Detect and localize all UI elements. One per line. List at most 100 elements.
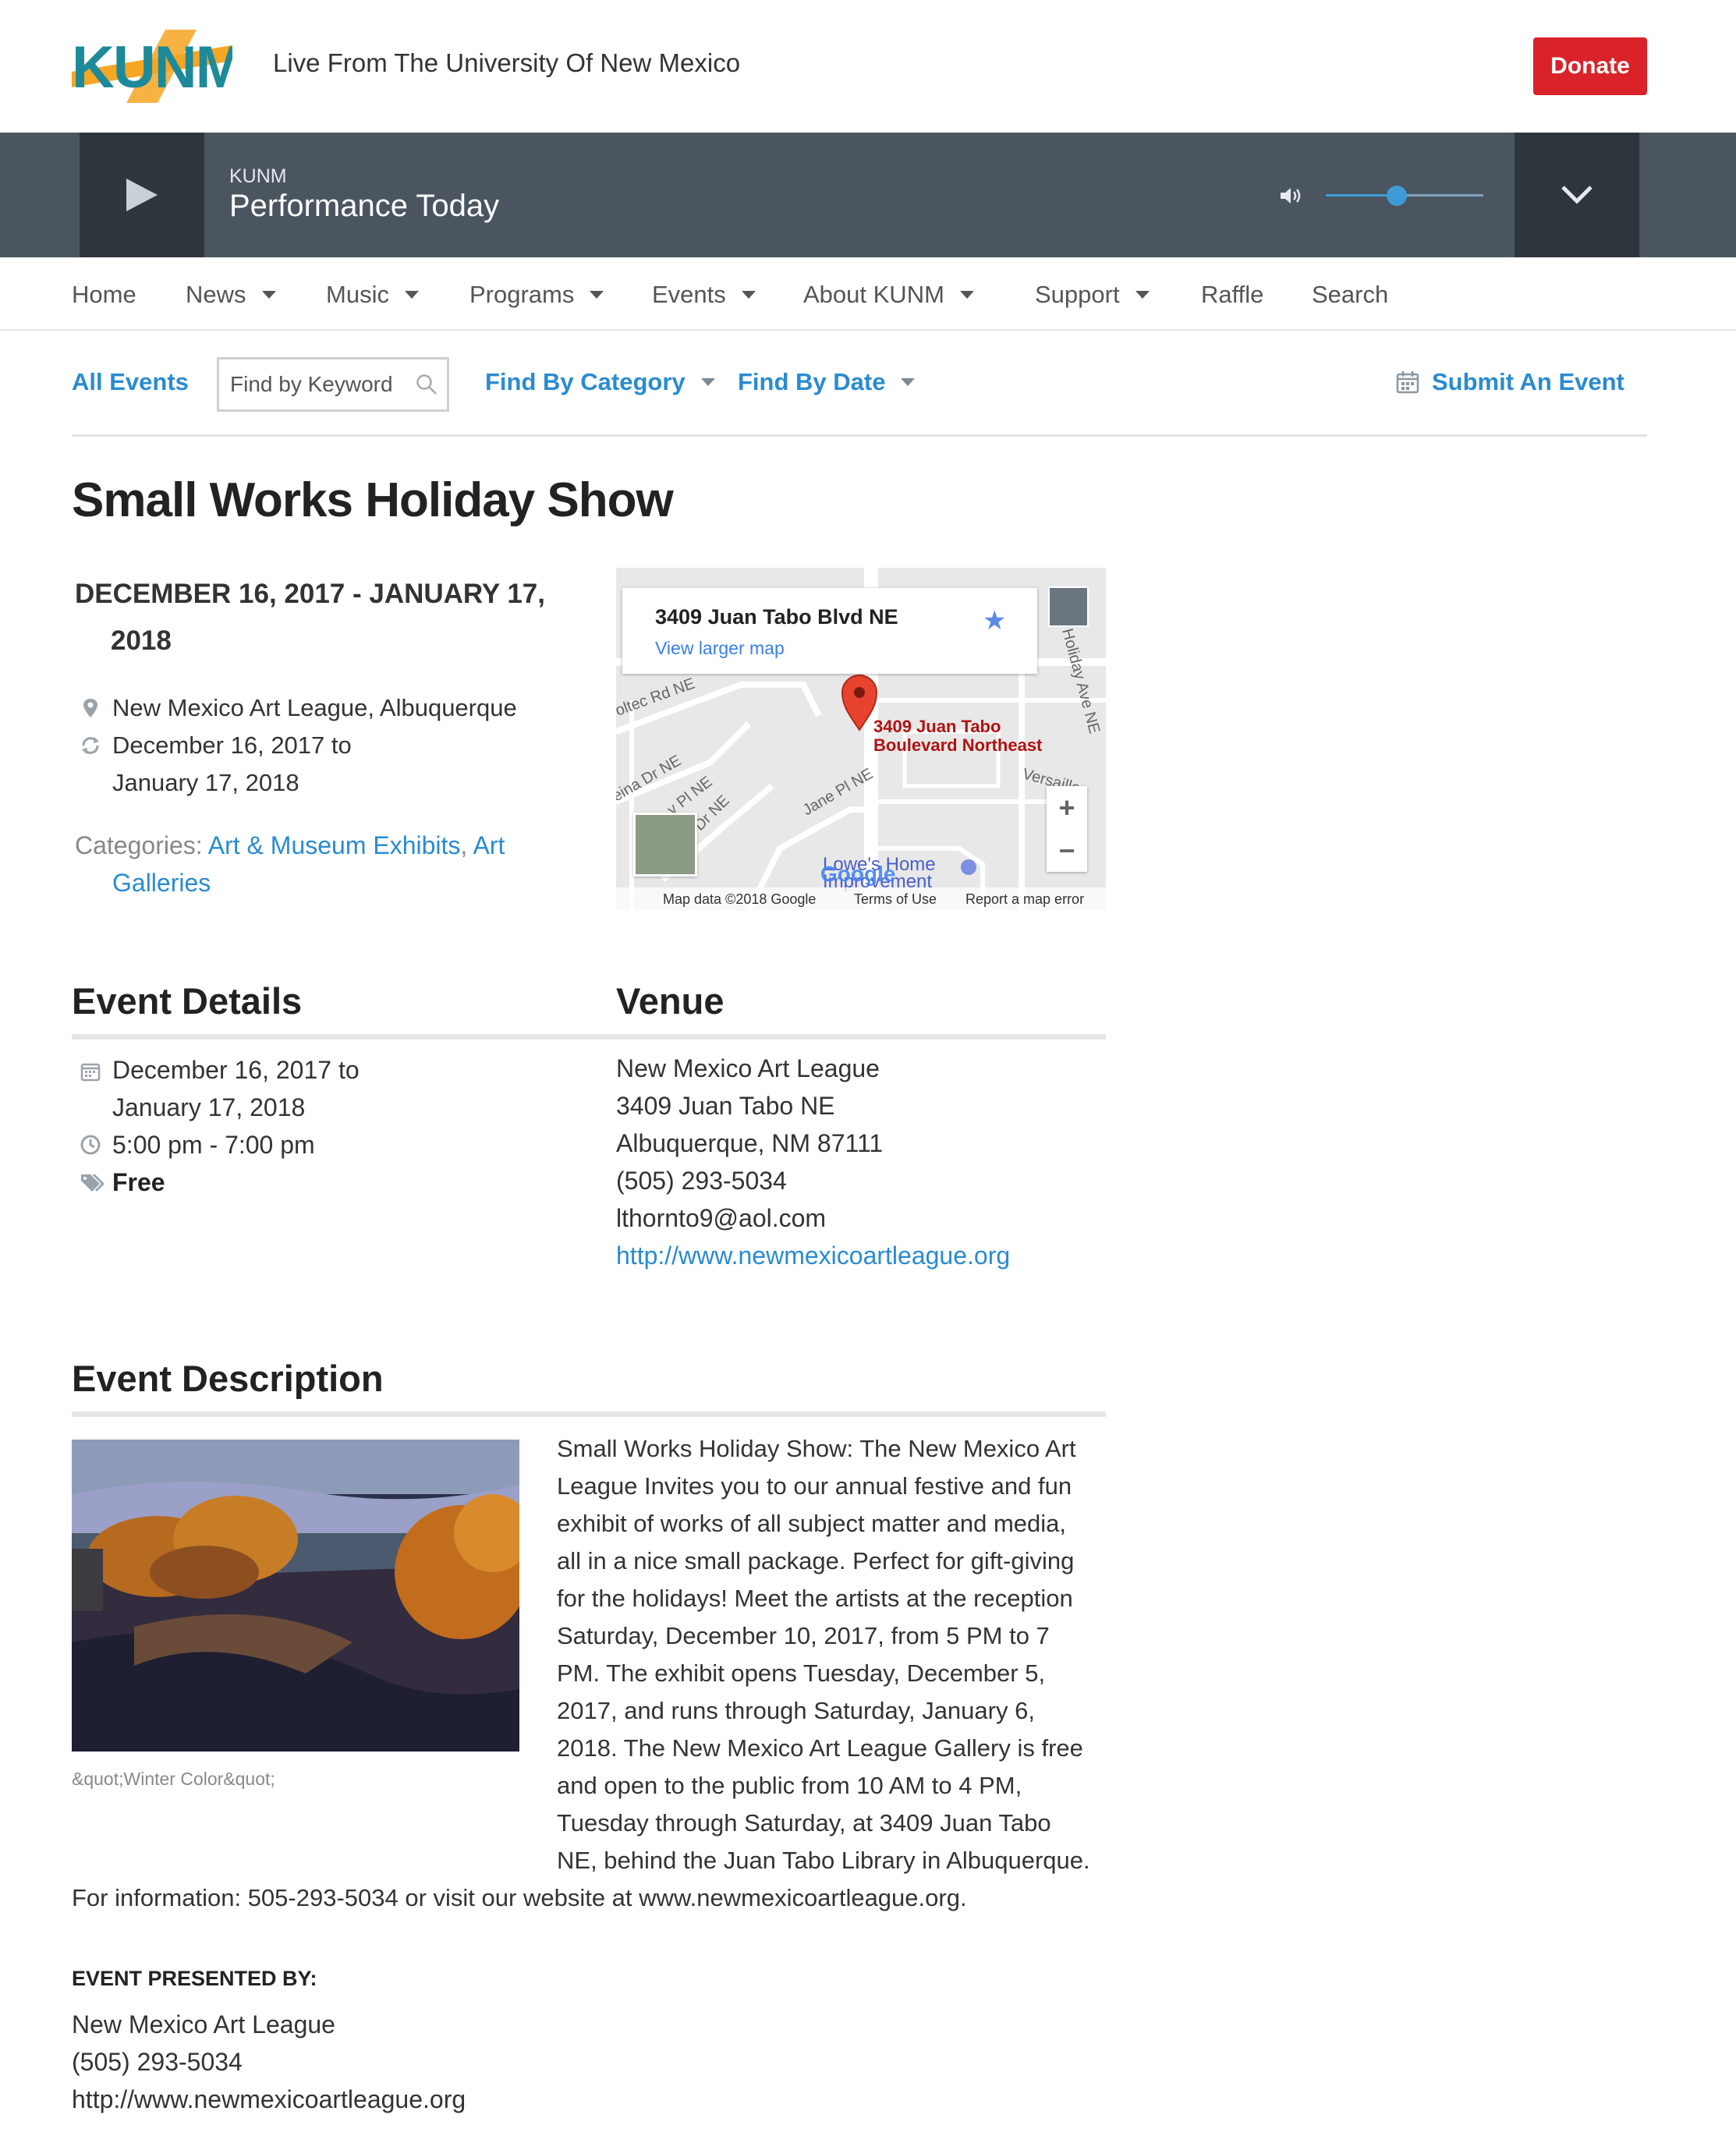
map-zoom-control: + − <box>1047 786 1087 872</box>
description-line: Small Works Holiday Show: The New Mexico… <box>557 1435 1076 1462</box>
satellite-toggle[interactable] <box>633 813 697 877</box>
site-tagline: Live From The University Of New Mexico <box>273 48 741 77</box>
user-avatar[interactable] <box>1048 586 1089 627</box>
kunm-logo-graphic: KUNM <box>72 30 245 103</box>
nav-programs-label: Programs <box>469 281 575 308</box>
keyword-search <box>217 357 449 412</box>
description-line: 2018. The New Mexico Art League Gallery … <box>557 1734 1083 1762</box>
site-header: KUNM Live From The University Of New Mex… <box>0 0 1736 133</box>
venue-phone: (505) 293-5034 <box>616 1167 787 1195</box>
nav-news-label: News <box>186 281 246 308</box>
map-place-line1: 3409 Juan Tabo <box>873 717 1001 736</box>
details-time-text: 5:00 pm - 7:00 pm <box>112 1131 315 1159</box>
description-line: and open to the public from 10 AM to 4 P… <box>557 1772 1022 1799</box>
price-tag-icon <box>81 1174 105 1192</box>
map-terms-link[interactable]: Terms of Use <box>854 891 937 908</box>
painting-image <box>72 1440 519 1752</box>
submit-event-link[interactable]: Submit An Event <box>1396 368 1624 396</box>
nav-raffle[interactable]: Raffle <box>1201 281 1263 309</box>
caret-down-icon <box>261 291 276 299</box>
find-by-category-dropdown[interactable]: Find By Category <box>485 368 715 396</box>
view-larger-map-link[interactable]: View larger map <box>655 638 785 659</box>
venue-name: New Mexico Art League <box>616 1054 880 1082</box>
donate-button[interactable]: Donate <box>1533 37 1647 95</box>
venue-map[interactable]: oltec Rd NE eina Dr NE y Pl NE t Dr NE J… <box>616 568 1106 911</box>
nav-support[interactable]: Support <box>1035 281 1150 309</box>
play-icon <box>126 179 158 211</box>
recurrence-line2: January 17, 2018 <box>112 769 299 796</box>
volume-knob[interactable] <box>1386 186 1407 206</box>
image-caption: &quot;Winter Color&quot; <box>72 1769 275 1789</box>
recurrence-line1: December 16, 2017 to <box>112 731 352 759</box>
zoom-out-button[interactable]: − <box>1047 829 1087 872</box>
event-description-heading: Event Description <box>72 1358 384 1399</box>
nav-music[interactable]: Music <box>326 281 419 309</box>
map-place-line2: Boulevard Northeast <box>873 735 1043 755</box>
category-separator: , <box>460 831 473 859</box>
caret-down-icon <box>901 378 916 386</box>
find-by-category-label: Find By Category <box>485 368 686 395</box>
nav-events-label: Events <box>652 281 726 308</box>
date-range-line2: 2018 <box>111 625 172 656</box>
nav-search-label: Search <box>1312 281 1389 308</box>
event-details-heading: Event Details <box>72 980 303 1022</box>
venue-street: 3409 Juan Tabo NE <box>616 1092 835 1120</box>
find-by-date-label: Find By Date <box>738 368 886 395</box>
caret-down-icon <box>1135 291 1150 299</box>
description-line: For information: 505-293-5034 or visit o… <box>72 1884 967 1911</box>
caret-down-icon <box>959 291 974 299</box>
details-date-line2: January 17, 2018 <box>112 1093 306 1121</box>
google-logo: Google <box>820 862 895 886</box>
nav-home[interactable]: Home <box>72 281 136 309</box>
event-image[interactable] <box>72 1440 519 1752</box>
presenter-website-link[interactable]: http://www.newmexicoartleague.org <box>72 2085 466 2114</box>
caret-down-icon <box>590 291 604 299</box>
caret-down-icon <box>741 291 756 299</box>
nav-support-label: Support <box>1035 281 1120 308</box>
caret-down-icon <box>700 378 715 386</box>
search-icon[interactable] <box>416 374 438 395</box>
presented-by-label: EVENT PRESENTED BY: <box>72 1967 317 1990</box>
nav-music-label: Music <box>326 281 389 308</box>
description-line: 2017, and runs through Saturday, January… <box>557 1697 1035 1724</box>
nav-programs[interactable]: Programs <box>469 281 604 309</box>
nav-news[interactable]: News <box>186 281 276 309</box>
zoom-in-button[interactable]: + <box>1047 786 1087 829</box>
map-address: 3409 Juan Tabo Blvd NE <box>655 605 898 629</box>
event-toolbar: All Events Find By Category Find By Date… <box>72 357 1647 437</box>
repeat-icon <box>82 737 99 754</box>
calendar-icon <box>80 1063 101 1082</box>
nav-about[interactable]: About KUNM <box>803 281 974 309</box>
keyword-search-input[interactable] <box>219 360 406 409</box>
volume-icon[interactable] <box>1279 186 1304 206</box>
save-star-icon[interactable]: ★ <box>983 605 1006 636</box>
description-line: NE, behind the Juan Tabo Library in Albu… <box>557 1847 1090 1874</box>
kunm-logo[interactable]: KUNM <box>72 30 245 103</box>
main-nav: Home News Music Programs Events About KU… <box>0 257 1736 331</box>
volume-slider[interactable] <box>1326 186 1483 206</box>
description-line: exhibit of works of all subject matter a… <box>557 1510 1067 1537</box>
clock-icon <box>80 1135 101 1155</box>
details-price-text: Free <box>112 1168 165 1196</box>
details-divider <box>72 1034 1106 1040</box>
category-link-art-galleries-cont[interactable]: Galleries <box>75 864 574 901</box>
category-link-art-museum[interactable]: Art & Museum Exhibits <box>208 831 461 859</box>
venue-email: lthornto9@aol.com <box>616 1204 827 1232</box>
expand-player-button[interactable] <box>1515 133 1639 257</box>
all-events-link[interactable]: All Events <box>72 368 189 396</box>
nav-events[interactable]: Events <box>652 281 756 309</box>
presenter-name: New Mexico Art League <box>72 2010 335 2038</box>
nav-search[interactable]: Search <box>1312 281 1388 309</box>
find-by-date-dropdown[interactable]: Find By Date <box>738 368 916 396</box>
logo-text: KUNM <box>72 34 232 101</box>
nav-home-label: Home <box>72 281 136 308</box>
category-link-art-galleries[interactable]: Art <box>473 831 505 859</box>
map-report-link[interactable]: Report a map error <box>965 891 1084 908</box>
venue-website-link[interactable]: http://www.newmexicoartleague.org <box>616 1241 1010 1270</box>
map-info-card: 3409 Juan Tabo Blvd NE View larger map ★ <box>622 588 1037 674</box>
venue-city: Albuquerque, NM 87111 <box>616 1129 884 1157</box>
play-button[interactable] <box>80 133 204 257</box>
nav-raffle-label: Raffle <box>1201 281 1264 308</box>
caret-down-icon <box>404 291 419 299</box>
map-place-label: 3409 Juan Tabo Boulevard Northeast <box>873 717 1042 755</box>
